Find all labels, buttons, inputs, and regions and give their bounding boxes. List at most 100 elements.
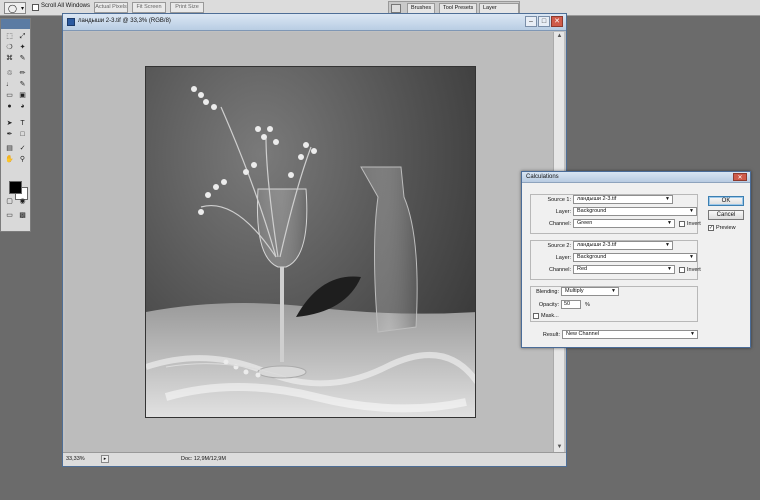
notes-icon[interactable]: ▤ (4, 144, 15, 153)
source2-layer-value: Background (577, 254, 607, 260)
still-life-photo (146, 86, 475, 417)
source2-invert-label: Invert (687, 267, 701, 273)
cancel-button[interactable]: Cancel (708, 210, 744, 220)
source1-channel-value: Green (577, 220, 593, 226)
status-menu-icon[interactable]: ▸ (101, 455, 109, 463)
source1-layer-label: Layer: (555, 209, 571, 215)
source1-file-select[interactable]: ландыши 2-3.tif ▼ (573, 195, 673, 204)
chevron-down-icon: ▼ (689, 254, 694, 260)
source1-group: Source 1: ландыши 2-3.tif ▼ Layer: Backgr… (530, 194, 701, 234)
blending-mode-select[interactable]: Multiply ▼ (561, 287, 619, 296)
source2-group: Source 2: ландыши 2-3.tif ▼ Layer: Backgr… (530, 240, 701, 280)
source2-channel-label: Channel: (548, 267, 571, 273)
calculations-dialog: Calculations ✕ Source 1: ландыши 2-3.tif… (521, 171, 751, 348)
eraser-icon[interactable]: ▭ (4, 91, 15, 100)
source2-file-value: ландыши 2-3.tif (577, 242, 617, 248)
result-label: Result: (542, 332, 560, 338)
source1-channel-select[interactable]: Green ▼ (573, 219, 675, 228)
close-button[interactable]: ✕ (551, 16, 563, 27)
toolbox-header[interactable] (1, 19, 30, 29)
crop-icon[interactable]: ⌘ (4, 54, 15, 63)
blending-label: Blending: (536, 289, 559, 295)
opacity-input[interactable]: 50 (561, 300, 581, 309)
source1-label: Source 1: (547, 197, 571, 203)
source1-layer-select[interactable]: Background ▼ (573, 207, 697, 216)
ok-button[interactable]: OK (708, 196, 744, 206)
scroll-all-windows-label: Scroll All Windows (41, 3, 91, 9)
preview-label: Preview (716, 225, 736, 231)
blur-icon[interactable]: ● (4, 102, 15, 111)
document-title: ландыши 2-3.tif @ 33,3% (RGB/8) (78, 18, 171, 24)
preview-checkbox[interactable]: ✓ (708, 225, 714, 231)
dialog-title-bar[interactable]: Calculations ✕ (522, 172, 750, 183)
document-size-info: Doc: 12,9M/12,9M (181, 456, 226, 462)
source2-label: Source 2: (547, 243, 571, 249)
chevron-down-icon: ▼ (665, 242, 670, 248)
brush-icon[interactable]: ✏ (17, 69, 28, 78)
panel-well-grip-icon[interactable] (391, 4, 401, 13)
path-selection-icon[interactable]: ➤ (4, 119, 15, 128)
source2-invert-checkbox[interactable] (679, 267, 685, 273)
dodge-icon[interactable]: ◕ (17, 102, 28, 111)
chevron-down-icon: ▼ (690, 331, 695, 337)
clone-stamp-icon[interactable]: ♩ (4, 80, 15, 89)
document-image[interactable] (145, 66, 476, 418)
actual-pixels-button[interactable]: Actual Pixels (94, 2, 128, 13)
screen-mode-full-icon[interactable]: ▩ (17, 211, 28, 220)
eyedropper-icon[interactable]: ✓ (17, 144, 28, 153)
source1-layer-value: Background (577, 208, 607, 214)
result-value: New Channel (566, 331, 600, 337)
type-icon[interactable]: T (17, 119, 28, 128)
mask-checkbox[interactable] (533, 313, 539, 319)
opacity-unit: % (585, 302, 590, 308)
zoom-tool-icon[interactable]: ⚲ (17, 155, 28, 164)
source1-invert-checkbox[interactable] (679, 221, 685, 227)
source2-layer-label: Layer: (555, 255, 571, 261)
print-size-button[interactable]: Print Size (170, 2, 204, 13)
source2-channel-value: Red (577, 266, 588, 272)
zoom-icon: ◯ (8, 4, 17, 13)
fit-screen-button[interactable]: Fit Screen (132, 2, 166, 13)
toolbox: ⬚ ⤢ ❍ ✦ ⌘ ✎ ♲ ✏ ♩ ✎ ▭ ▣ ● ◕ ➤ T ✒ □ ▤ ✓ … (0, 18, 31, 232)
healing-brush-icon[interactable]: ♲ (4, 69, 15, 78)
source1-file-value: ландыши 2-3.tif (577, 196, 617, 202)
blending-group: Blending: Multiply ▼ Opacity: 50 % Mask..… (530, 286, 698, 322)
quick-mask-on-icon[interactable]: ◉ (17, 197, 28, 206)
maximize-button[interactable]: □ (538, 16, 550, 27)
source2-layer-select[interactable]: Background ▼ (573, 253, 697, 262)
chevron-down-icon: ▼ (667, 266, 672, 272)
marquee-icon[interactable]: ⬚ (4, 32, 15, 41)
chevron-down-icon: ▼ (611, 288, 616, 294)
minimize-button[interactable]: – (525, 16, 537, 27)
dialog-close-button[interactable]: ✕ (733, 173, 747, 181)
foreground-color-swatch[interactable] (9, 181, 22, 194)
hand-icon[interactable]: ✋ (4, 155, 15, 164)
chevron-down-icon: ▼ (667, 220, 672, 226)
slice-icon[interactable]: ✎ (17, 54, 28, 63)
scroll-all-windows-checkbox[interactable] (32, 4, 39, 11)
shape-icon[interactable]: □ (17, 130, 28, 139)
zoom-level[interactable]: 33,33% (66, 456, 85, 462)
gradient-icon[interactable]: ▣ (17, 91, 28, 100)
source1-channel-label: Channel: (548, 221, 571, 227)
move-icon[interactable]: ⤢ (17, 32, 28, 41)
opacity-label: Opacity: (538, 302, 559, 308)
lasso-icon[interactable]: ❍ (4, 43, 15, 52)
source2-channel-select[interactable]: Red ▼ (573, 265, 675, 274)
document-title-bar[interactable]: ландыши 2-3.tif @ 33,3% (RGB/8) – □ ✕ (63, 14, 566, 31)
pen-icon[interactable]: ✒ (4, 130, 15, 139)
scroll-down-icon[interactable]: ▼ (555, 443, 564, 452)
dialog-title: Calculations (526, 174, 559, 180)
history-brush-icon[interactable]: ✎ (17, 80, 28, 89)
blending-mode-value: Multiply (565, 288, 584, 294)
screen-mode-standard-icon[interactable]: ▭ (4, 211, 15, 220)
tool-preset-picker[interactable]: ◯ ▾ (4, 2, 26, 14)
chevron-down-icon: ▼ (665, 196, 670, 202)
status-bar: 33,33% ▸ Doc: 12,9M/12,9M (63, 452, 566, 466)
scroll-up-icon[interactable]: ▲ (555, 32, 564, 41)
photoshop-document-icon (67, 18, 75, 26)
result-select[interactable]: New Channel ▼ (562, 330, 698, 339)
source2-file-select[interactable]: ландыши 2-3.tif ▼ (573, 241, 673, 250)
magic-wand-icon[interactable]: ✦ (17, 43, 28, 52)
quick-mask-off-icon[interactable]: ▢ (4, 197, 15, 206)
